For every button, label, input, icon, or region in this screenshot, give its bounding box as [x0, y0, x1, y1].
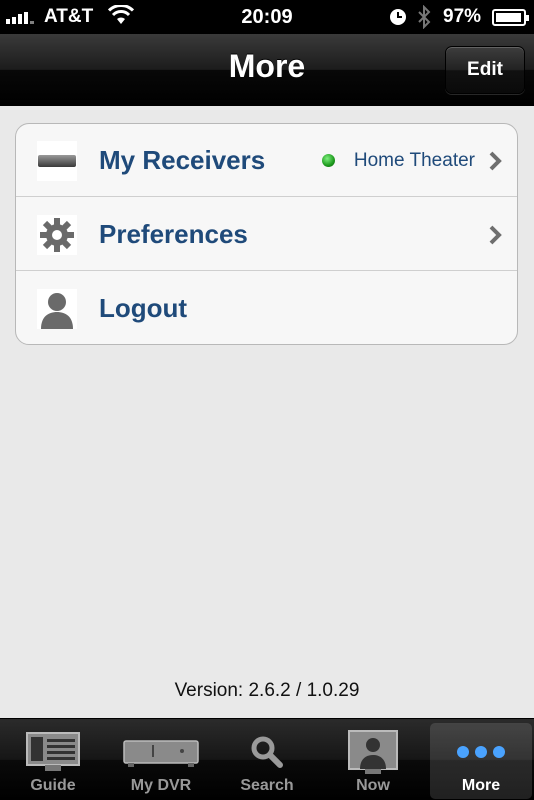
now-icon [322, 727, 424, 777]
version-text: Version: 2.6.2 / 1.0.29 [174, 680, 360, 701]
tab-label: Guide [30, 777, 76, 794]
tab-my-dvr[interactable]: My DVR [110, 723, 212, 799]
guide-icon [2, 727, 104, 777]
battery-icon [492, 9, 529, 26]
tab-more[interactable]: More [430, 723, 532, 799]
battery-percent: 97% [443, 6, 482, 27]
gear-icon [37, 215, 77, 255]
menu-row-label: Preferences [99, 219, 248, 249]
tab-now[interactable]: Now [322, 723, 424, 799]
more-menu-group: My Receivers Home Theater Preferences Lo… [15, 123, 518, 345]
tab-label: My DVR [130, 777, 192, 794]
dvr-icon [110, 727, 212, 777]
bluetooth-icon [417, 4, 431, 35]
tab-label: More [461, 777, 501, 794]
menu-row-preferences[interactable]: Preferences [16, 198, 517, 271]
menu-row-my-receivers[interactable]: My Receivers Home Theater [16, 124, 517, 197]
menu-row-detail: Home Theater [353, 150, 475, 171]
tab-guide[interactable]: Guide [2, 723, 104, 799]
tab-bar: Guide My DVR Search Now More [0, 718, 534, 800]
status-bar: AT&T 20:09 97% [0, 0, 534, 34]
search-icon [216, 727, 318, 777]
tab-label: Now [356, 777, 390, 794]
tab-label: Search [240, 777, 294, 794]
person-icon [37, 289, 77, 329]
receiver-icon [37, 141, 77, 181]
more-dots-icon [430, 727, 532, 777]
menu-row-label: My Receivers [99, 145, 266, 175]
edit-button[interactable]: Edit [445, 46, 525, 94]
battery-fill [496, 13, 521, 22]
chevron-right-icon [488, 150, 502, 177]
online-status-icon [322, 154, 335, 167]
navigation-bar: More Edit [0, 34, 534, 106]
chevron-right-icon [488, 224, 502, 251]
alarm-clock-icon [389, 8, 407, 32]
menu-row-logout[interactable]: Logout [16, 272, 517, 344]
menu-row-label: Logout [99, 293, 188, 323]
tab-search[interactable]: Search [216, 723, 318, 799]
